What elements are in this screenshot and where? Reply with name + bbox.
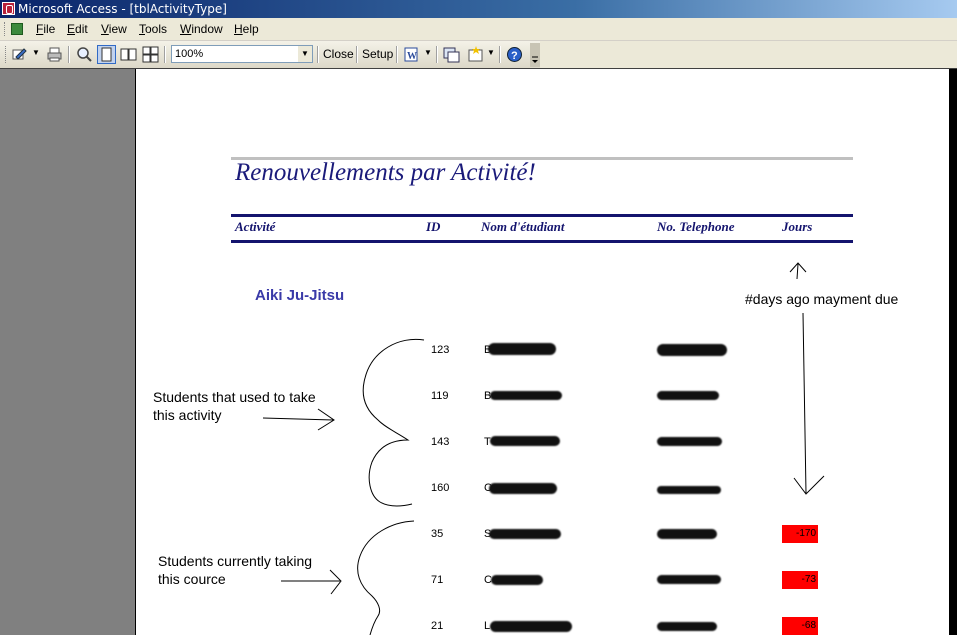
up-arrow bbox=[789, 262, 807, 280]
annotation-former-line2: this activity bbox=[153, 407, 222, 423]
annotation-days-label: #days ago mayment due bbox=[745, 291, 899, 307]
annotation-current-line1: Students currently taking bbox=[158, 553, 313, 569]
annotation-drawing bbox=[262, 262, 825, 635]
arrow-former-students bbox=[262, 408, 335, 431]
arrow-current-students bbox=[281, 569, 342, 595]
down-arrow bbox=[793, 312, 825, 495]
brace-former-students bbox=[362, 338, 425, 507]
annotation-current-line2: this cource bbox=[158, 571, 226, 587]
annotation-former-line1: Students that used to take bbox=[153, 389, 316, 405]
brace-current-students bbox=[357, 520, 415, 635]
